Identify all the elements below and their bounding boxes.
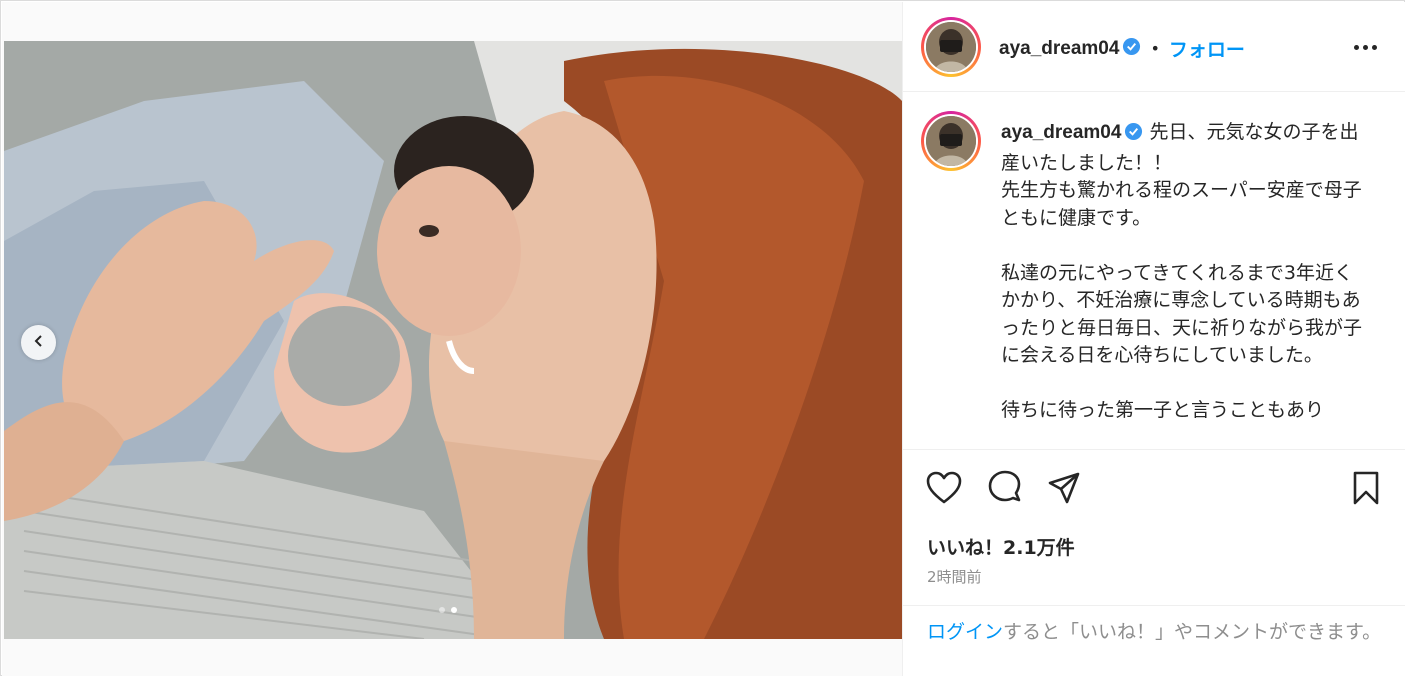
caption-line: 先生方も驚かれる程のスーパー安産で母子ともに健康です。 <box>1001 179 1362 229</box>
comment-button[interactable] <box>985 470 1025 510</box>
more-options-icon[interactable] <box>1350 35 1380 59</box>
caption-avatar[interactable] <box>921 111 981 171</box>
caption-section: aya_dream04 先日、元気な女の子を出産いたしました！！ 先生方も驚かれ… <box>903 93 1405 449</box>
like-button[interactable] <box>924 470 964 510</box>
caption-text: aya_dream04 先日、元気な女の子を出産いたしました！！ 先生方も驚かれ… <box>1001 119 1371 425</box>
caption-line <box>1001 370 1371 398</box>
save-button[interactable] <box>1346 470 1386 510</box>
login-prompt-rest: すると「いいね！」やコメントができます。 <box>1003 621 1382 643</box>
post-details-panel: aya_dream04 • フォロー aya_dream04 先日、元気な女の子… <box>902 2 1405 676</box>
post-actions: いいね！2.1万件 2時間前 ログインすると「いいね！」やコメントができます。 <box>903 449 1405 675</box>
login-link[interactable]: ログイン <box>927 621 1003 643</box>
carousel-dot <box>439 607 445 613</box>
share-button[interactable] <box>1044 470 1084 510</box>
caption-line <box>1001 232 1371 260</box>
bookmark-icon <box>1352 471 1380 509</box>
caption-username[interactable]: aya_dream04 <box>1001 122 1121 143</box>
avatar[interactable] <box>921 17 981 77</box>
carousel-dot-active <box>451 607 457 613</box>
heart-icon <box>926 471 962 509</box>
verified-badge-icon <box>1124 122 1143 150</box>
caption-line: 私達の元にやってきてくれるまで3年近くかかり、不妊治療に専念している時期もあった… <box>1001 261 1363 367</box>
post-timestamp[interactable]: 2時間前 <box>927 566 982 587</box>
comment-icon <box>987 470 1023 510</box>
post-header: aya_dream04 • フォロー <box>903 2 1405 92</box>
username-link[interactable]: aya_dream04 <box>999 38 1119 60</box>
post-media <box>2 2 902 676</box>
chevron-left-icon <box>32 333 46 352</box>
login-prompt-text: ログインすると「いいね！」やコメントができます。 <box>927 618 1387 646</box>
header-user-row: aya_dream04 • フォロー <box>999 35 1245 62</box>
verified-badge-icon <box>1122 37 1141 60</box>
carousel-indicator <box>439 607 457 613</box>
carousel-prev-button[interactable] <box>21 325 56 360</box>
like-count[interactable]: いいね！2.1万件 <box>927 533 1075 560</box>
follow-button[interactable]: フォロー <box>1169 35 1245 62</box>
caption-line: 待ちに待った第一子と言うこともあり <box>1001 399 1325 421</box>
post-photo <box>4 41 902 639</box>
instagram-post-embed: aya_dream04 • フォロー aya_dream04 先日、元気な女の子… <box>0 0 1405 676</box>
paper-plane-icon <box>1047 471 1081 509</box>
separator-dot: • <box>1150 39 1160 58</box>
login-prompt: ログインすると「いいね！」やコメントができます。 <box>903 605 1405 676</box>
